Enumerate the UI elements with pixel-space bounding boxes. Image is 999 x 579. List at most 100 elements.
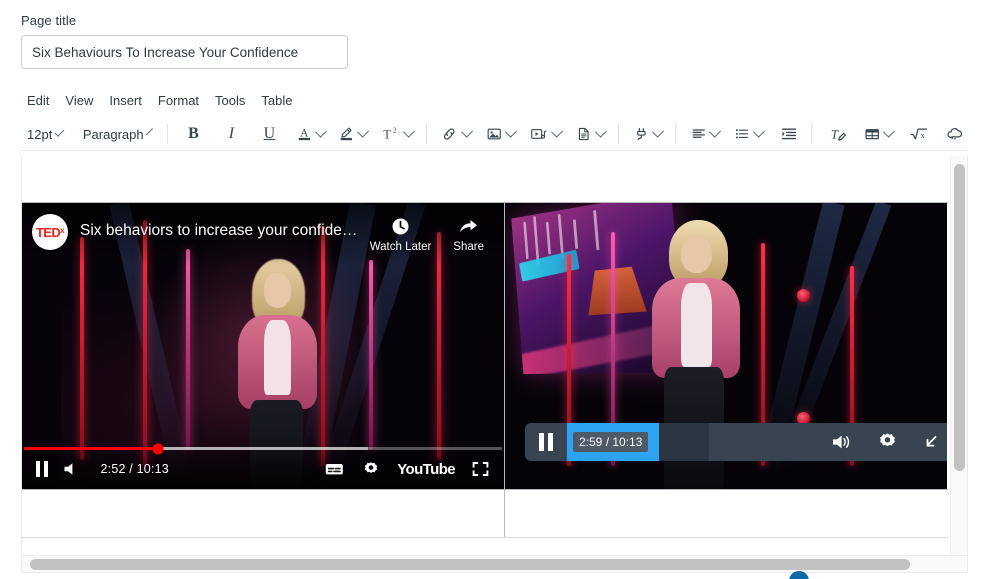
video-left-controls-overlay: 2:52 / 10:13 YouTube: [22, 441, 504, 489]
highlight-color-button[interactable]: [336, 121, 371, 147]
chevron-down-icon[interactable]: [402, 125, 415, 138]
volume-icon[interactable]: [830, 432, 854, 452]
collapse-arrow-icon[interactable]: [921, 433, 941, 451]
video-right-player[interactable]: 2:59 / 10:13: [505, 203, 947, 489]
share-button[interactable]: Share: [453, 217, 484, 253]
cloud-icon: [947, 128, 963, 140]
menu-item-format[interactable]: Format: [150, 91, 207, 110]
insert-media-button[interactable]: [527, 121, 565, 147]
bold-button[interactable]: B: [180, 121, 206, 147]
video-left-actions: Watch Later Share: [370, 217, 484, 253]
align-left-icon: [692, 129, 705, 138]
video-right-control-bar: 2:59 / 10:13: [525, 423, 947, 461]
insert-image-button[interactable]: [483, 121, 519, 147]
table-cell-right[interactable]: 2:59 / 10:13: [505, 203, 947, 489]
video-left-time-display: 2:52 / 10:13: [100, 462, 169, 476]
settings-gear-icon[interactable]: [876, 431, 899, 453]
chevron-down-icon[interactable]: [356, 125, 369, 138]
table-cell-left[interactable]: TEDx Six behaviors to increase your conf…: [22, 203, 505, 489]
toolbar-divider: [617, 124, 619, 144]
watch-later-label: Watch Later: [369, 241, 432, 253]
tedx-logo-superscript: x: [60, 225, 65, 235]
insert-table-button[interactable]: [861, 121, 897, 147]
settings-gear-icon[interactable]: [361, 460, 381, 479]
video-left-player[interactable]: TEDx Six behaviors to increase your conf…: [22, 203, 504, 489]
bullet-list-button[interactable]: [731, 121, 766, 147]
video-right-time-display: 2:59 / 10:13: [573, 432, 649, 452]
tedx-logo[interactable]: TEDx: [32, 214, 68, 250]
cloud-button[interactable]: [942, 121, 968, 147]
menu-item-edit[interactable]: Edit: [21, 91, 57, 110]
indent-increase-button[interactable]: [776, 121, 802, 147]
table-icon: [865, 129, 879, 140]
volume-icon[interactable]: [62, 460, 83, 478]
chevron-down-icon[interactable]: [709, 125, 722, 138]
video-right-track-gap[interactable]: [659, 423, 709, 461]
text-color-button[interactable]: A: [294, 121, 329, 147]
share-arrow-icon: [460, 220, 478, 232]
video-left-title[interactable]: Six behaviors to increase your confide…: [80, 222, 370, 240]
horizontal-scrollbar-thumb[interactable]: [30, 559, 910, 570]
svg-text:2: 2: [392, 126, 396, 135]
clock-icon: [392, 218, 409, 235]
chevron-down-icon[interactable]: [505, 125, 518, 138]
subtitles-icon[interactable]: [324, 460, 345, 478]
bullet-list-icon: [736, 129, 749, 139]
block-format-value: Paragraph: [82, 126, 144, 142]
menu-item-tools[interactable]: Tools: [207, 91, 253, 110]
youtube-wordmark[interactable]: YouTube: [397, 461, 455, 478]
embed-plug-button[interactable]: [631, 121, 666, 147]
editor-menubar: Edit View Insert Format Tools Table: [21, 88, 300, 112]
share-label: Share: [453, 241, 484, 253]
chevron-down-icon[interactable]: [460, 125, 473, 138]
stage-light-strip: [369, 260, 374, 449]
document-icon: [579, 127, 589, 141]
editor-vertical-scrollbar[interactable]: [950, 156, 966, 556]
tedx-logo-text: TED: [35, 224, 61, 240]
underline-icon: U: [263, 125, 276, 142]
block-format-select[interactable]: Paragraph: [77, 121, 157, 147]
editor-toolbar: 12pt Paragraph B I U A T 2 T x: [21, 118, 968, 151]
editor-content-area[interactable]: TEDx Six behaviors to increase your conf…: [21, 155, 968, 557]
menu-item-table[interactable]: Table: [253, 91, 300, 110]
chevron-down-icon[interactable]: [315, 125, 327, 138]
superscript-button[interactable]: T 2: [378, 121, 417, 147]
document-table-row-below[interactable]: [22, 490, 948, 538]
menu-item-view[interactable]: View: [57, 91, 101, 110]
pause-button[interactable]: [525, 433, 567, 451]
editor-horizontal-scrollbar[interactable]: [21, 555, 968, 573]
pause-button[interactable]: [36, 461, 48, 477]
italic-button[interactable]: I: [218, 121, 244, 147]
embed-plug-icon: [636, 127, 646, 141]
fullscreen-icon[interactable]: [471, 460, 490, 478]
toolbar-divider: [674, 124, 676, 144]
page-title-input[interactable]: [21, 35, 348, 69]
document-canvas[interactable]: TEDx Six behaviors to increase your conf…: [22, 155, 948, 556]
insert-document-button[interactable]: [573, 121, 608, 147]
insert-link-button[interactable]: [438, 121, 474, 147]
chevron-down-icon[interactable]: [652, 125, 664, 138]
chevron-down-icon[interactable]: [883, 125, 895, 138]
link-icon: [444, 128, 455, 140]
chevron-down-icon[interactable]: [594, 125, 607, 138]
svg-text:T: T: [831, 127, 839, 142]
chevron-down-icon[interactable]: [551, 125, 564, 138]
document-blank-paragraph: [22, 155, 948, 202]
page-title-label: Page title: [21, 13, 77, 28]
align-button[interactable]: [688, 121, 723, 147]
chevron-down-icon[interactable]: [752, 125, 765, 138]
clear-formatting-icon: T: [831, 127, 846, 142]
font-size-select[interactable]: 12pt: [21, 121, 69, 147]
chevron-down-icon: [145, 127, 153, 135]
vertical-scrollbar-thumb[interactable]: [954, 164, 965, 471]
underline-button[interactable]: U: [256, 121, 282, 147]
embedded-video-table-row: TEDx Six behaviors to increase your conf…: [22, 202, 948, 490]
clear-formatting-button[interactable]: T: [825, 121, 851, 147]
bold-icon: B: [188, 125, 199, 142]
toolbar-divider: [810, 124, 812, 144]
watch-later-button[interactable]: Watch Later: [369, 217, 432, 253]
menu-item-insert[interactable]: Insert: [101, 91, 150, 110]
video-right-time-selection[interactable]: 2:59 / 10:13: [567, 423, 659, 461]
toolbar-divider: [166, 124, 168, 144]
insert-equation-button[interactable]: x: [906, 121, 932, 147]
